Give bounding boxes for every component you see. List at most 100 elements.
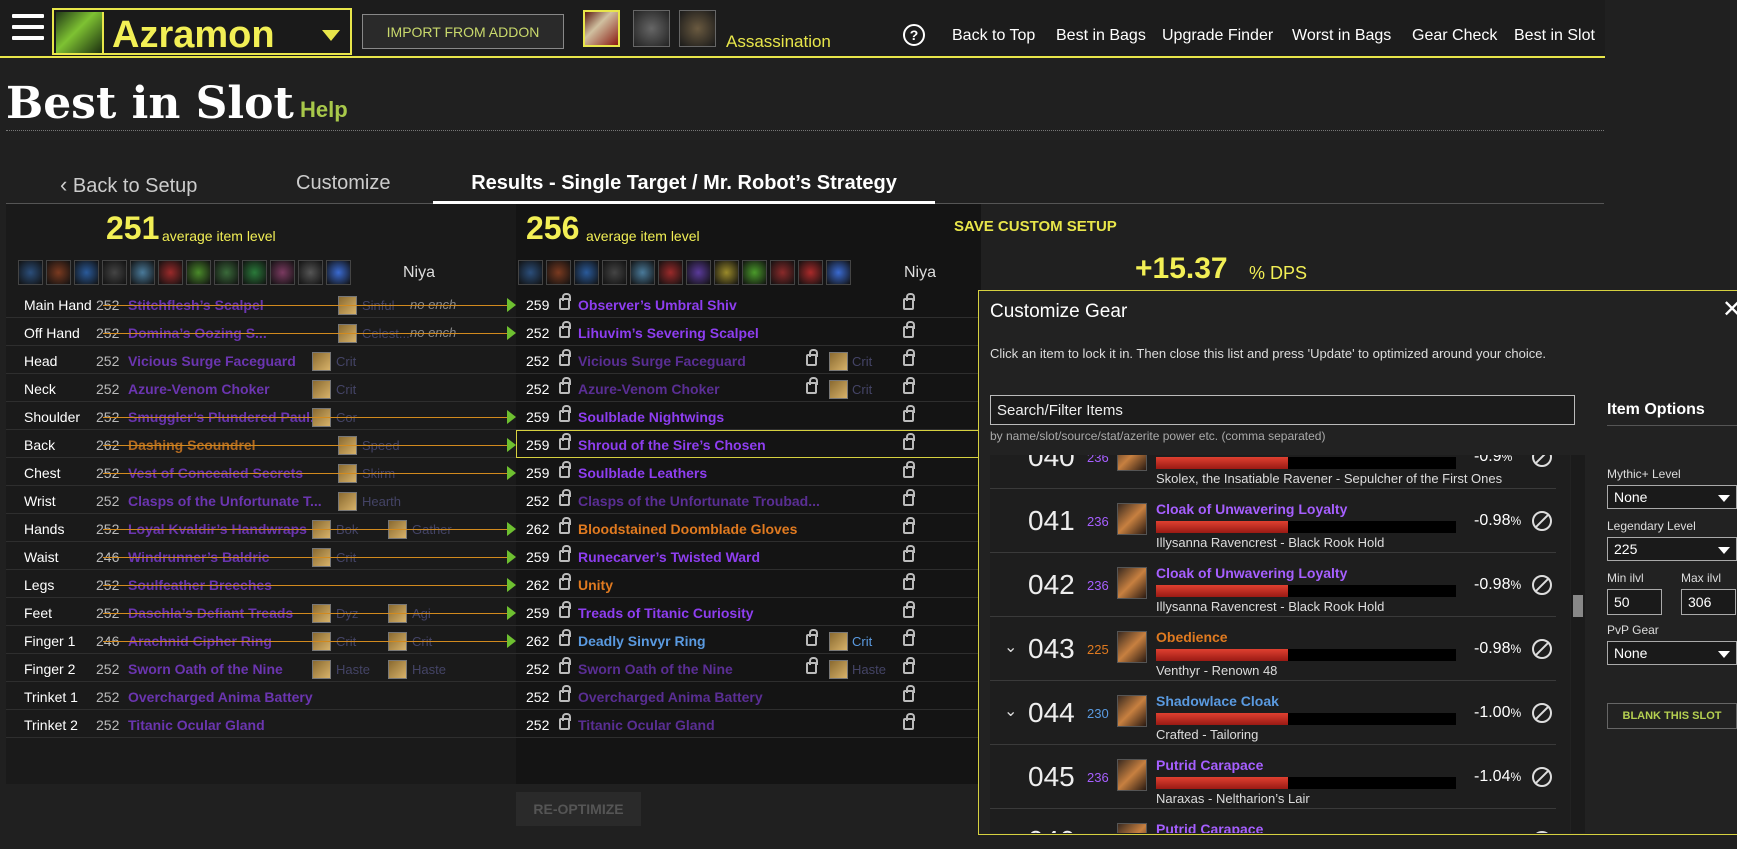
legendary-level-select[interactable]: 225 bbox=[1607, 537, 1737, 561]
item-name[interactable]: Soulblade Leathers bbox=[578, 465, 707, 481]
current-gear-row[interactable]: Head 252 Vicious Surge Faceguard Crit bbox=[6, 346, 516, 374]
lock-icon[interactable] bbox=[903, 685, 915, 702]
lock-icon[interactable] bbox=[903, 713, 915, 730]
lock-icon[interactable] bbox=[559, 321, 571, 338]
lock-icon[interactable] bbox=[806, 657, 818, 674]
block-icon[interactable] bbox=[1532, 575, 1552, 595]
best-gear-row[interactable]: 262 Unity bbox=[516, 570, 981, 598]
lock-icon[interactable] bbox=[903, 629, 915, 646]
current-gear-row[interactable]: Chest 252 Vest of Concealed Secrets Skirm bbox=[6, 458, 516, 486]
lock-icon[interactable] bbox=[559, 517, 571, 534]
item-name[interactable]: Runecarver’s Twisted Ward bbox=[578, 549, 760, 565]
scrollbar-thumb[interactable] bbox=[1573, 595, 1583, 617]
current-gear-row[interactable]: Legs 252 Soulfeather Breeches bbox=[6, 570, 516, 598]
block-icon[interactable] bbox=[1532, 703, 1552, 723]
nav-link-worst-in-bags[interactable]: Worst in Bags bbox=[1292, 27, 1391, 45]
current-gear-row[interactable]: Finger 2 252 Sworn Oath of the Nine Haste Ha… bbox=[6, 654, 516, 682]
current-gear-row[interactable]: Wrist 252 Clasps of the Unfortunate T... He… bbox=[6, 486, 516, 514]
item-name[interactable]: Shroud of the Sire’s Chosen bbox=[578, 437, 766, 453]
lock-icon[interactable] bbox=[559, 629, 571, 646]
lock-icon[interactable] bbox=[903, 489, 915, 506]
max-ilvl-input[interactable] bbox=[1681, 589, 1736, 615]
item-name[interactable]: Clasps of the Unfortunate T... bbox=[128, 493, 322, 509]
lock-icon[interactable] bbox=[903, 349, 915, 366]
lock-icon[interactable] bbox=[903, 573, 915, 590]
item-name[interactable]: Bloodstained Doomblade Gloves bbox=[578, 521, 797, 537]
best-gear-row[interactable]: 252 Overcharged Anima Battery bbox=[516, 682, 981, 710]
lock-icon[interactable] bbox=[903, 405, 915, 422]
item-name[interactable]: Putrid Carapace bbox=[1156, 821, 1263, 833]
current-gear-row[interactable]: Hands 252 Loyal Kvaldir’s Handwraps Bok Gath… bbox=[6, 514, 516, 542]
nav-link-back-to-top[interactable]: Back to Top bbox=[952, 27, 1035, 45]
item-name[interactable]: Sworn Oath of the Nine bbox=[128, 661, 283, 677]
item-name[interactable]: Cloak of Unwavering Loyalty bbox=[1156, 565, 1347, 581]
item-option-row[interactable]: 042 236 Cloak of Unwavering Loyalty Illysan… bbox=[990, 553, 1556, 617]
item-name[interactable]: Observer’s Umbral Shiv bbox=[578, 297, 737, 313]
item-name[interactable]: Clasps of the Unfortunate Troubad... bbox=[578, 493, 820, 509]
lock-icon[interactable] bbox=[903, 293, 915, 310]
lock-icon[interactable] bbox=[806, 629, 818, 646]
current-gear-row[interactable]: Neck 252 Azure-Venom Choker Crit bbox=[6, 374, 516, 402]
best-gear-row[interactable]: 252 Titanic Ocular Gland bbox=[516, 710, 981, 738]
nav-link-best-in-slot[interactable]: Best in Slot bbox=[1514, 27, 1595, 45]
block-icon[interactable] bbox=[1532, 511, 1552, 531]
lock-icon[interactable] bbox=[903, 517, 915, 534]
lock-icon[interactable] bbox=[559, 657, 571, 674]
lock-icon[interactable] bbox=[559, 461, 571, 478]
item-option-row[interactable]: ⌄ 043 225 Obedience Venthyr - Renown 48 -0.98… bbox=[990, 617, 1556, 681]
item-name[interactable]: Unity bbox=[578, 577, 613, 593]
block-icon[interactable] bbox=[1532, 455, 1552, 467]
item-option-row[interactable]: 040 236 Skolex, the Insatiable Ravener - S… bbox=[990, 455, 1556, 489]
lock-icon[interactable] bbox=[559, 349, 571, 366]
nav-link-gear-check[interactable]: Gear Check bbox=[1412, 27, 1497, 45]
block-icon[interactable] bbox=[1532, 639, 1552, 659]
help-icon[interactable]: ? bbox=[903, 24, 925, 46]
tab-results[interactable]: Results - Single Target / Mr. Robot’s St… bbox=[433, 172, 935, 195]
best-gear-row[interactable]: 259 Soulblade Leathers bbox=[516, 458, 981, 486]
lock-icon[interactable] bbox=[559, 293, 571, 310]
lock-icon[interactable] bbox=[903, 657, 915, 674]
current-gear-row[interactable]: Main Hand 252 Stitchflesh’s Scalpel Sinful n… bbox=[6, 290, 516, 318]
item-name[interactable]: Titanic Ocular Gland bbox=[128, 717, 265, 733]
lock-icon[interactable] bbox=[903, 545, 915, 562]
item-name[interactable]: Putrid Carapace bbox=[1156, 757, 1263, 773]
current-gear-row[interactable]: Off Hand 252 Domina’s Oozing S... Celest...… bbox=[6, 318, 516, 346]
best-gear-row[interactable]: 259 Treads of Titanic Curiosity bbox=[516, 598, 981, 626]
blank-this-slot-button[interactable]: BLANK THIS SLOT bbox=[1607, 703, 1737, 729]
min-ilvl-input[interactable] bbox=[1607, 589, 1662, 615]
spec-subtlety-icon[interactable] bbox=[679, 10, 716, 47]
item-name[interactable]: Sworn Oath of the Nine bbox=[578, 661, 733, 677]
close-icon[interactable]: ✕ bbox=[1722, 295, 1737, 324]
lock-icon[interactable] bbox=[903, 321, 915, 338]
block-icon[interactable] bbox=[1532, 767, 1552, 787]
current-gear-row[interactable]: Feet 252 Daschla’s Defiant Treads Dyz Agi bbox=[6, 598, 516, 626]
chevron-down-icon[interactable] bbox=[322, 30, 340, 41]
best-gear-row[interactable]: 252 Vicious Surge Faceguard Crit bbox=[516, 346, 981, 374]
chevron-down-icon[interactable]: ⌄ bbox=[1004, 701, 1017, 721]
lock-icon[interactable] bbox=[903, 377, 915, 394]
best-gear-row[interactable]: 262 Deadly Sinvyr Ring Crit bbox=[516, 626, 981, 654]
item-name[interactable]: Overcharged Anima Battery bbox=[128, 689, 313, 705]
best-gear-row[interactable]: 252 Sworn Oath of the Nine Haste bbox=[516, 654, 981, 682]
best-gear-row[interactable]: 259 Soulblade Nightwings bbox=[516, 402, 981, 430]
lock-icon[interactable] bbox=[559, 489, 571, 506]
character-selector[interactable]: Azramon bbox=[52, 8, 352, 56]
best-gear-row[interactable]: 252 Lihuvim’s Severing Scalpel bbox=[516, 318, 981, 346]
lock-icon[interactable] bbox=[806, 349, 818, 366]
save-custom-setup-button[interactable]: SAVE CUSTOM SETUP bbox=[954, 218, 1117, 235]
lock-icon[interactable] bbox=[559, 433, 571, 450]
item-name[interactable]: Lihuvim’s Severing Scalpel bbox=[578, 325, 759, 341]
best-gear-row[interactable]: 259 Runecarver’s Twisted Ward bbox=[516, 542, 981, 570]
lock-icon[interactable] bbox=[903, 601, 915, 618]
lock-icon[interactable] bbox=[559, 545, 571, 562]
item-name[interactable]: Vicious Surge Faceguard bbox=[128, 353, 296, 369]
spec-assassination-icon[interactable] bbox=[583, 10, 620, 47]
item-name[interactable]: Soulblade Nightwings bbox=[578, 409, 724, 425]
menu-icon[interactable] bbox=[12, 14, 44, 44]
nav-link-upgrade-finder[interactable]: Upgrade Finder bbox=[1162, 27, 1273, 45]
current-gear-row[interactable]: Waist 246 Windrunner’s Baldric Crit bbox=[6, 542, 516, 570]
item-name[interactable]: Cloak of Unwavering Loyalty bbox=[1156, 501, 1347, 517]
tab-back-to-setup[interactable]: ‹ Back to Setup bbox=[60, 172, 197, 198]
spec-outlaw-icon[interactable] bbox=[633, 10, 670, 47]
pvp-gear-select[interactable]: None bbox=[1607, 641, 1737, 665]
